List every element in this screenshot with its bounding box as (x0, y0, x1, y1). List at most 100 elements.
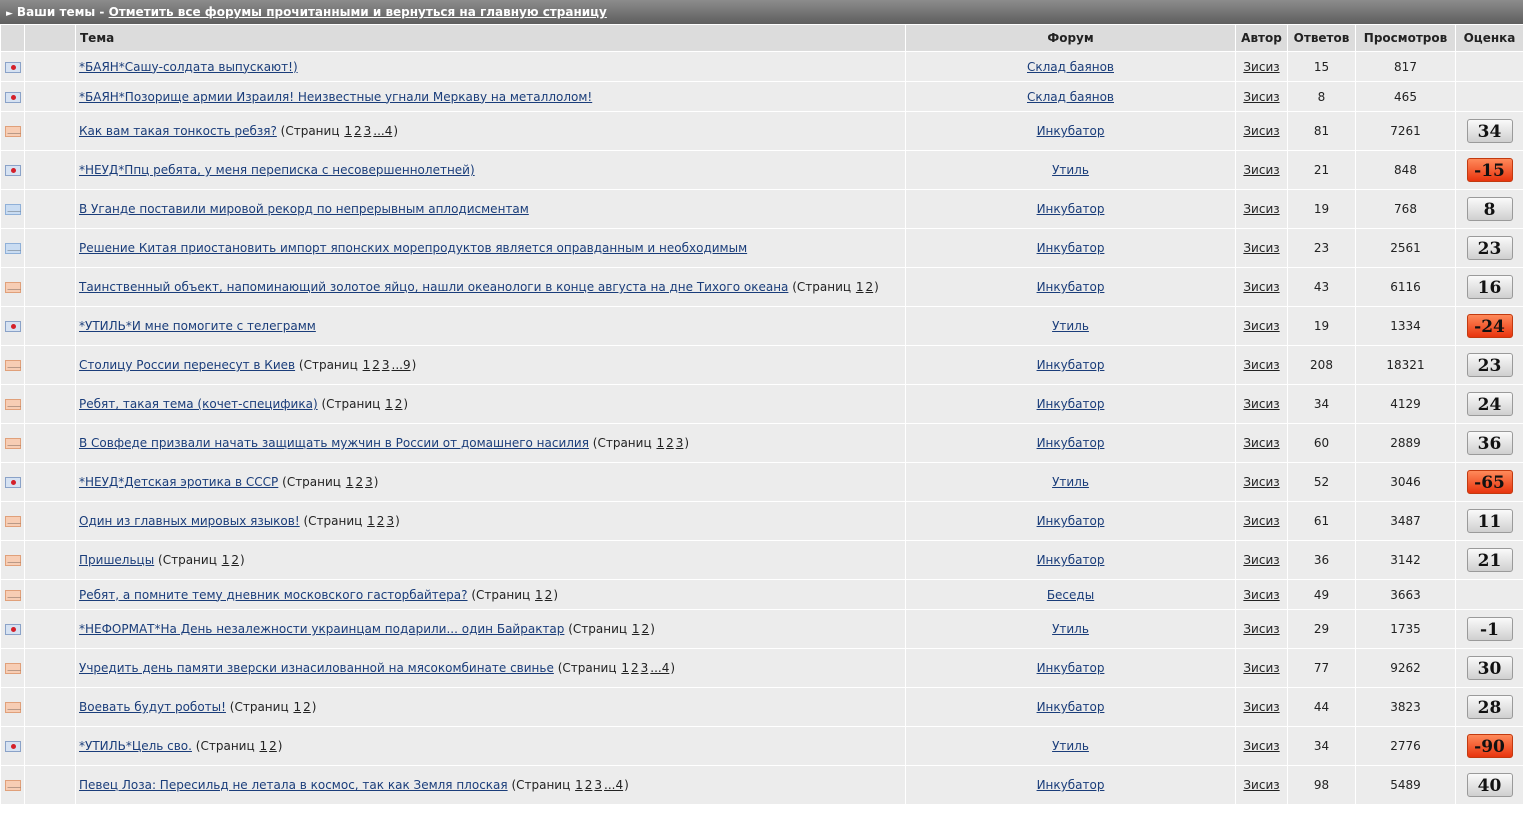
author-link[interactable]: Зисиз (1243, 661, 1279, 675)
author-link[interactable]: Зисиз (1243, 124, 1279, 138)
author-link[interactable]: Зисиз (1243, 397, 1279, 411)
page-link[interactable]: 2 (354, 124, 362, 138)
page-link[interactable]: 2 (377, 514, 385, 528)
page-link[interactable]: 2 (666, 436, 674, 450)
author-link[interactable]: Зисиз (1243, 280, 1279, 294)
author-link[interactable]: Зисиз (1243, 700, 1279, 714)
forum-link[interactable]: Инкубатор (1037, 202, 1105, 216)
page-link[interactable]: 3 (641, 661, 649, 675)
page-link[interactable]: 1 (259, 739, 267, 753)
forum-link[interactable]: Беседы (1047, 588, 1094, 602)
page-link[interactable]: 1 (363, 358, 371, 372)
topic-title-link[interactable]: *УТИЛЬ*Цель сво. (79, 739, 192, 753)
page-link[interactable]: 3 (382, 358, 390, 372)
page-link[interactable]: 3 (386, 514, 394, 528)
page-link[interactable]: 2 (545, 588, 553, 602)
author-link[interactable]: Зисиз (1243, 358, 1279, 372)
topic-title-link[interactable]: Один из главных мировых языков! (79, 514, 300, 528)
page-link[interactable]: 1 (222, 553, 230, 567)
forum-link[interactable]: Утиль (1052, 319, 1089, 333)
page-link[interactable]: 2 (372, 358, 380, 372)
author-link[interactable]: Зисиз (1243, 622, 1279, 636)
forum-link[interactable]: Утиль (1052, 622, 1089, 636)
page-link[interactable]: 1 (856, 280, 864, 294)
page-link[interactable]: 2 (303, 700, 311, 714)
topic-title-link[interactable]: Учредить день памяти зверски изнасилован… (79, 661, 554, 675)
topic-title-link[interactable]: Ребят, такая тема (кочет-специфика) (79, 397, 318, 411)
topic-title-link[interactable]: *БАЯН*Сашу-солдата выпускают!) (79, 60, 298, 74)
page-link[interactable]: 3 (676, 436, 684, 450)
page-link[interactable]: 2 (866, 280, 874, 294)
topic-title-link[interactable]: Воевать будут роботы! (79, 700, 226, 714)
page-link[interactable]: 1 (344, 124, 352, 138)
forum-link[interactable]: Утиль (1052, 739, 1089, 753)
author-link[interactable]: Зисиз (1243, 553, 1279, 567)
topic-title-link[interactable]: Решение Китая приостановить импорт японс… (79, 241, 747, 255)
forum-link[interactable]: Инкубатор (1037, 241, 1105, 255)
page-link[interactable]: 3 (364, 124, 372, 138)
page-link[interactable]: 1 (293, 700, 301, 714)
forum-link[interactable]: Утиль (1052, 163, 1089, 177)
forum-link[interactable]: Инкубатор (1037, 778, 1105, 792)
forum-link[interactable]: Инкубатор (1037, 436, 1105, 450)
forum-link[interactable]: Инкубатор (1037, 280, 1105, 294)
page-link[interactable]: 2 (269, 739, 277, 753)
mark-all-read-link[interactable]: Отметить все форумы прочитанными и верну… (109, 5, 607, 19)
topic-title-link[interactable]: Таинственный объект, напоминающий золото… (79, 280, 788, 294)
author-link[interactable]: Зисиз (1243, 241, 1279, 255)
page-link[interactable]: 2 (395, 397, 403, 411)
forum-link[interactable]: Утиль (1052, 475, 1089, 489)
page-link[interactable]: 2 (631, 661, 639, 675)
author-link[interactable]: Зисиз (1243, 588, 1279, 602)
page-link[interactable]: 3 (594, 778, 602, 792)
topic-title-link[interactable]: *НЕУД*Детская эротика в СССР (79, 475, 278, 489)
topic-title-link[interactable]: *УТИЛЬ*И мне помогите с телеграмм (79, 319, 316, 333)
topic-title-link[interactable]: Как вам такая тонкость ребзя? (79, 124, 277, 138)
topic-title-link[interactable]: В Совфеде призвали начать защищать мужчи… (79, 436, 589, 450)
author-link[interactable]: Зисиз (1243, 436, 1279, 450)
topic-title-link[interactable]: Пришельцы (79, 553, 154, 567)
forum-link[interactable]: Склад баянов (1027, 90, 1114, 104)
author-link[interactable]: Зисиз (1243, 778, 1279, 792)
page-link[interactable]: 1 (385, 397, 393, 411)
forum-link[interactable]: Инкубатор (1037, 553, 1105, 567)
page-link[interactable]: ...4 (650, 661, 669, 675)
topic-title-link[interactable]: Столицу России перенесут в Киев (79, 358, 295, 372)
forum-link[interactable]: Инкубатор (1037, 397, 1105, 411)
topic-title-link[interactable]: Певец Лоза: Пересильд не летала в космос… (79, 778, 508, 792)
author-link[interactable]: Зисиз (1243, 475, 1279, 489)
topic-title-link[interactable]: В Уганде поставили мировой рекорд по неп… (79, 202, 529, 216)
author-link[interactable]: Зисиз (1243, 514, 1279, 528)
topic-title-link[interactable]: *НЕУД*Ппц ребята, у меня переписка с нес… (79, 163, 475, 177)
page-link[interactable]: 2 (642, 622, 650, 636)
page-link[interactable]: 1 (632, 622, 640, 636)
page-link[interactable]: 2 (231, 553, 239, 567)
forum-link[interactable]: Инкубатор (1037, 514, 1105, 528)
forum-link[interactable]: Инкубатор (1037, 124, 1105, 138)
page-link[interactable]: 2 (355, 475, 363, 489)
page-link[interactable]: ...4 (373, 124, 392, 138)
author-link[interactable]: Зисиз (1243, 90, 1279, 104)
page-link[interactable]: 1 (575, 778, 583, 792)
page-link[interactable]: ...4 (604, 778, 623, 792)
page-link[interactable]: ...9 (392, 358, 411, 372)
author-link[interactable]: Зисиз (1243, 202, 1279, 216)
page-link[interactable]: 2 (585, 778, 593, 792)
topic-title-link[interactable]: Ребят, а помните тему дневник московског… (79, 588, 468, 602)
page-link[interactable]: 1 (346, 475, 354, 489)
page-link[interactable]: 1 (535, 588, 543, 602)
author-link[interactable]: Зисиз (1243, 60, 1279, 74)
page-link[interactable]: 1 (367, 514, 375, 528)
page-link[interactable]: 3 (365, 475, 373, 489)
author-link[interactable]: Зисиз (1243, 739, 1279, 753)
forum-link[interactable]: Склад баянов (1027, 60, 1114, 74)
forum-link[interactable]: Инкубатор (1037, 661, 1105, 675)
page-link[interactable]: 1 (621, 661, 629, 675)
author-link[interactable]: Зисиз (1243, 319, 1279, 333)
author-link[interactable]: Зисиз (1243, 163, 1279, 177)
forum-link[interactable]: Инкубатор (1037, 358, 1105, 372)
topic-title-link[interactable]: *БАЯН*Позорище армии Израиля! Неизвестны… (79, 90, 592, 104)
forum-link[interactable]: Инкубатор (1037, 700, 1105, 714)
page-link[interactable]: 1 (656, 436, 664, 450)
topic-title-link[interactable]: *НЕФОРМАТ*На День незалежности украинцам… (79, 622, 564, 636)
